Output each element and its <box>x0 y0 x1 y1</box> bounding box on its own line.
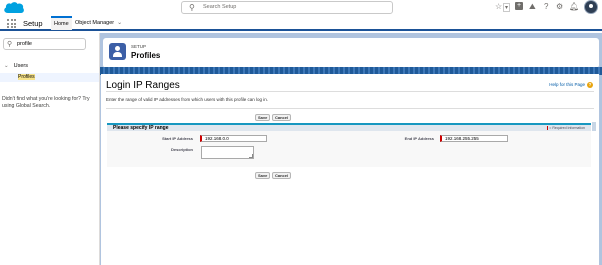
cancel-button[interactable]: Cancel <box>272 114 292 121</box>
description-textarea[interactable] <box>201 146 254 159</box>
section-header: Please specify IP range = Required Infor… <box>107 123 591 131</box>
help-link-label: Help for this Page <box>549 82 585 87</box>
app-launcher-icon[interactable] <box>7 19 16 28</box>
required-info-legend: = Required Information <box>547 126 585 130</box>
setup-sidebar: ⚲ profile ⌄ Users Profiles Didn't find wh… <box>0 33 100 265</box>
tree-item-profiles[interactable]: Profiles <box>0 73 99 82</box>
scrollbar[interactable] <box>592 122 596 131</box>
chevron-down-icon[interactable]: ⌄ <box>117 20 122 26</box>
search-placeholder: Search Setup <box>203 4 237 10</box>
section-body: Start IP Address 192.168.0.0 End IP Addr… <box>107 131 591 167</box>
quick-find-value: profile <box>17 41 32 47</box>
main-content: SETUP Profiles Login IP Ranges Help for … <box>100 33 602 265</box>
profile-icon <box>109 43 126 60</box>
page-title: Profiles <box>131 51 161 60</box>
favorites-star-icon[interactable]: ☆ <box>495 2 502 11</box>
description-label: Description <box>170 147 193 152</box>
help-link[interactable]: Help for this Page? <box>549 82 593 88</box>
help-icon: ? <box>587 82 593 88</box>
required-info-text: = Required Information <box>549 126 585 130</box>
save-button[interactable]: Save <box>255 172 271 179</box>
tab-object-manager[interactable]: Object Manager ⌄ <box>75 19 122 26</box>
add-icon[interactable]: + <box>515 2 523 10</box>
page-header: SETUP Profiles <box>103 38 599 68</box>
panel-description: Enter the range of valid IP addresses fr… <box>106 97 268 102</box>
user-avatar[interactable] <box>584 0 598 14</box>
salesforce-logo-icon[interactable] <box>3 1 25 15</box>
help-icon[interactable]: ? <box>544 2 548 11</box>
chevron-down-icon: ⌄ <box>4 63 9 69</box>
top-button-row: Save Cancel <box>101 114 599 122</box>
favorites-list-icon[interactable]: ▾ <box>503 3 511 12</box>
bell-icon[interactable]: 🔔︎ <box>569 2 579 11</box>
start-ip-label: Start IP Address <box>162 136 193 141</box>
start-ip-field[interactable]: 192.168.0.0 <box>200 135 267 142</box>
tab-home[interactable]: Home <box>51 16 72 30</box>
login-ip-ranges-panel: Login IP Ranges Help for this Page? Ente… <box>101 74 599 265</box>
tree-item-label: Profiles <box>18 74 35 80</box>
tab-object-manager-label: Object Manager <box>75 20 115 26</box>
app-name: Setup <box>23 19 43 28</box>
end-ip-field[interactable]: 192.168.255.255 <box>440 135 508 142</box>
tree-group-users[interactable]: ⌄ Users <box>4 63 28 69</box>
cancel-button[interactable]: Cancel <box>272 172 292 179</box>
divider <box>106 91 594 92</box>
search-icon: ⚲ <box>7 41 13 48</box>
search-icon: ⚲ <box>189 3 195 12</box>
app-nav-bar: Setup Home Object Manager ⌄ <box>0 16 602 31</box>
bottom-button-row: Save Cancel <box>101 172 599 180</box>
end-ip-label: End IP Address <box>404 136 434 141</box>
divider <box>106 108 594 109</box>
global-search-hint: Didn't find what you're looking for? Try… <box>2 96 90 110</box>
save-button[interactable]: Save <box>255 114 271 121</box>
page-eyebrow: SETUP <box>131 44 147 49</box>
tree-group-label: Users <box>13 63 28 69</box>
trailhead-icon[interactable]: ⛰ <box>529 2 536 12</box>
global-header: ⚲ Search Setup ☆ ▾ + ⛰ ? ⚙ 🔔︎ <box>0 0 602 16</box>
gear-icon[interactable]: ⚙ <box>556 2 563 11</box>
panel-title: Login IP Ranges <box>106 80 180 91</box>
quick-find-input[interactable]: ⚲ profile <box>3 38 86 50</box>
global-search-input[interactable]: ⚲ Search Setup <box>181 1 393 14</box>
